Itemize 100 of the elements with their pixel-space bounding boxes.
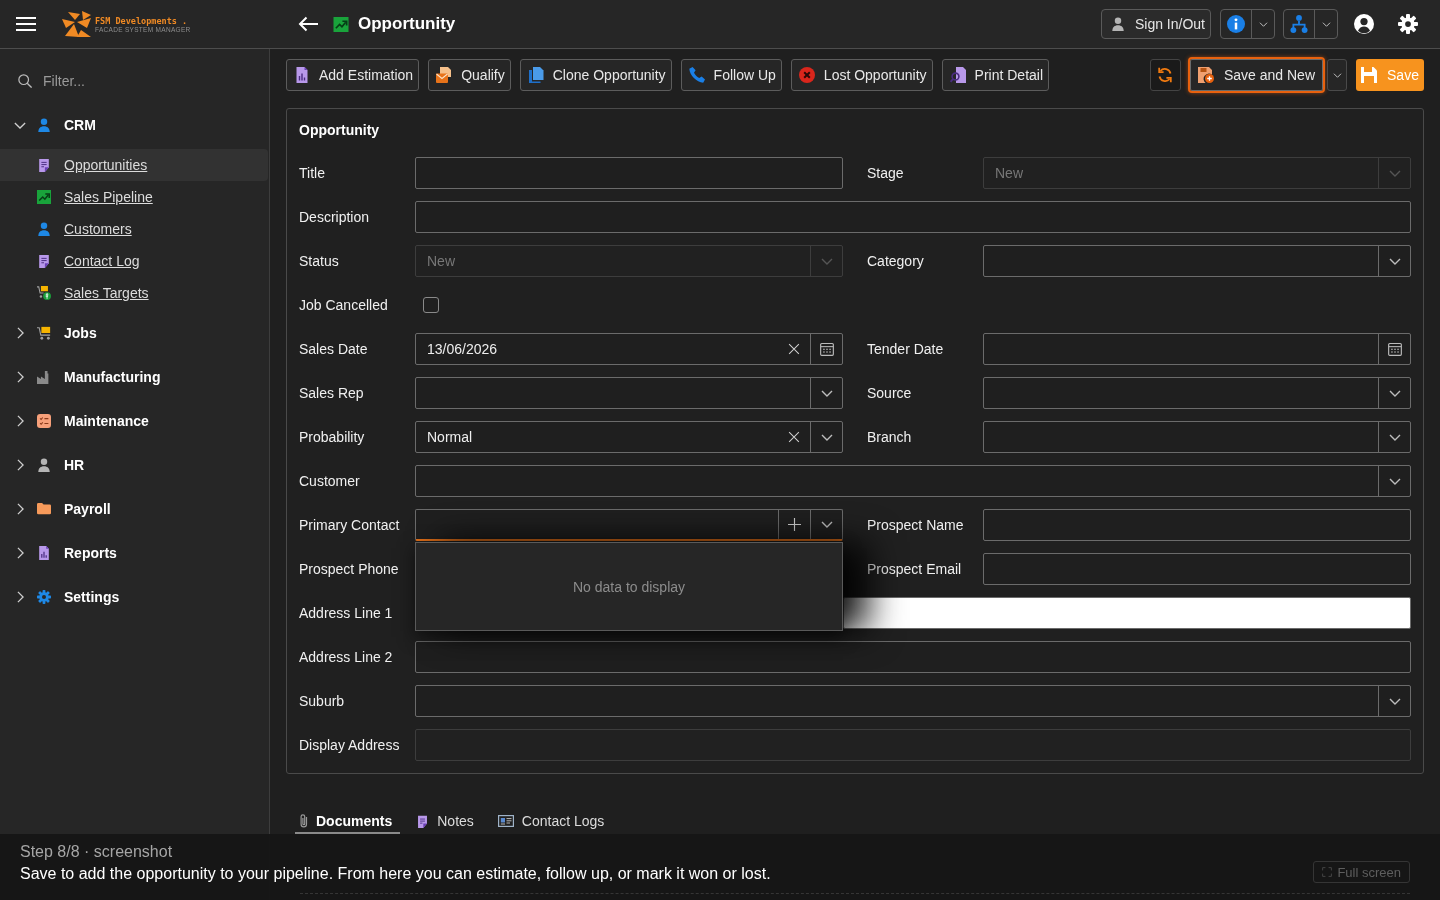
nav-group[interactable]: Settings bbox=[0, 575, 269, 619]
plus-icon[interactable] bbox=[788, 518, 801, 531]
dropdown-field[interactable] bbox=[983, 377, 1411, 409]
step-label: Step 8/8 · screenshot bbox=[20, 842, 173, 862]
toolbar-button[interactable]: Qualify bbox=[428, 59, 511, 91]
field-label: Probability bbox=[299, 429, 365, 445]
caret-icon[interactable] bbox=[820, 521, 833, 528]
chart-icon bbox=[37, 190, 51, 204]
chart-icon bbox=[333, 16, 349, 32]
caret-icon[interactable] bbox=[1388, 389, 1401, 397]
cart-icon bbox=[37, 286, 51, 300]
field-label: Stage bbox=[867, 165, 904, 181]
nav-group[interactable]: Manufacturing bbox=[0, 355, 269, 399]
copy-icon bbox=[527, 67, 544, 83]
nav-group[interactable]: Reports bbox=[0, 531, 269, 575]
id-card-icon bbox=[497, 815, 514, 827]
nav-item[interactable]: Sales Targets bbox=[0, 277, 268, 309]
dropdown-field[interactable] bbox=[983, 421, 1411, 453]
sign-in-button[interactable]: Sign In/Out bbox=[1100, 9, 1211, 39]
checklist-icon bbox=[37, 414, 51, 428]
dropdown-field[interactable]: Normal bbox=[415, 421, 843, 453]
text-field[interactable] bbox=[415, 201, 1411, 233]
text-field[interactable] bbox=[415, 641, 1411, 673]
nav-group[interactable]: Maintenance bbox=[0, 399, 269, 443]
dropdown-field[interactable] bbox=[415, 685, 1411, 717]
field-label: Job Cancelled bbox=[299, 297, 388, 313]
back-icon[interactable] bbox=[298, 16, 318, 32]
toolbar-button[interactable]: Print Detail bbox=[941, 59, 1050, 91]
field-label: Description bbox=[299, 209, 370, 225]
logo-text: FSM Developments . bbox=[95, 15, 189, 26]
field-label: Address Line 1 bbox=[299, 605, 393, 621]
nav-group[interactable]: CRM bbox=[0, 103, 269, 147]
caret-icon[interactable] bbox=[1388, 257, 1401, 265]
page-title: Opportunity bbox=[358, 14, 456, 34]
checkbox[interactable] bbox=[423, 297, 439, 313]
info-icon bbox=[1227, 15, 1245, 33]
note-icon bbox=[37, 158, 51, 172]
tab[interactable]: Contact Logs bbox=[493, 810, 613, 834]
menu-icon[interactable] bbox=[16, 16, 36, 32]
field-label: Prospect Name bbox=[867, 517, 964, 533]
settings-icon[interactable] bbox=[1398, 14, 1418, 34]
person-icon bbox=[37, 222, 51, 236]
split-button[interactable] bbox=[1283, 9, 1338, 39]
nav-item[interactable]: Sales Pipeline bbox=[0, 181, 268, 213]
panel-title: Opportunity bbox=[299, 121, 381, 140]
field-label: Display Address bbox=[299, 737, 400, 753]
toolbar-button[interactable]: Add Estimation bbox=[286, 59, 420, 91]
folder-icon bbox=[37, 502, 51, 516]
calendar-icon[interactable] bbox=[819, 342, 834, 356]
field-label: Sales Rep bbox=[299, 385, 364, 401]
text-field[interactable] bbox=[843, 597, 1411, 629]
combo-field[interactable] bbox=[415, 509, 843, 541]
split-button[interactable] bbox=[1220, 9, 1275, 39]
paperclip-icon bbox=[299, 814, 308, 828]
nav-group[interactable]: Jobs bbox=[0, 311, 269, 355]
toolbar-button[interactable]: Clone Opportunity bbox=[519, 59, 672, 91]
dropdown-field[interactable] bbox=[415, 377, 843, 409]
caption-text: Save to add the opportunity to your pipeline. From here you can estimate, follow up, or mark it won or lost. bbox=[20, 864, 771, 884]
filter-field[interactable]: Filter... bbox=[43, 69, 243, 93]
save-new-button[interactable]: Save and New bbox=[1187, 57, 1325, 93]
caret-icon[interactable] bbox=[820, 433, 833, 441]
date-field[interactable]: 13/06/2026 bbox=[415, 333, 843, 365]
caret-icon[interactable] bbox=[1388, 697, 1401, 705]
caret-icon[interactable] bbox=[1388, 433, 1401, 441]
date-field[interactable] bbox=[983, 333, 1411, 365]
field-label: Tender Date bbox=[867, 341, 944, 357]
field-label: Title bbox=[299, 165, 325, 181]
save-plus-icon bbox=[1197, 67, 1214, 83]
toolbar-button[interactable]: Follow Up bbox=[680, 59, 782, 91]
clear-icon[interactable] bbox=[788, 343, 800, 355]
caret-icon[interactable] bbox=[1388, 477, 1401, 485]
calendar-icon[interactable] bbox=[1387, 342, 1402, 356]
text-field[interactable] bbox=[415, 157, 843, 189]
field-label: Source bbox=[867, 385, 912, 401]
field-label: Category bbox=[867, 253, 924, 269]
nav-item[interactable]: Customers bbox=[0, 213, 268, 245]
refresh-icon bbox=[1157, 67, 1174, 83]
refresh-button[interactable] bbox=[1149, 59, 1181, 91]
dropdown-field[interactable] bbox=[983, 245, 1411, 277]
person-icon bbox=[1110, 17, 1125, 31]
nav-group[interactable]: HR bbox=[0, 443, 269, 487]
field-label: Status bbox=[299, 253, 339, 269]
nav-item[interactable]: Opportunities bbox=[0, 149, 268, 181]
user-icon[interactable] bbox=[1354, 14, 1374, 34]
caret-icon[interactable] bbox=[820, 389, 833, 397]
mail-icon bbox=[436, 67, 453, 83]
dropdown-field[interactable] bbox=[415, 465, 1411, 497]
tab[interactable]: Notes bbox=[412, 810, 482, 834]
toolbar-button[interactable]: Lost Opportunity bbox=[790, 59, 933, 91]
cart-icon bbox=[37, 326, 51, 340]
caret-icon bbox=[1332, 72, 1342, 78]
clear-icon[interactable] bbox=[788, 431, 800, 443]
factory-icon bbox=[37, 370, 51, 384]
text-field[interactable] bbox=[983, 509, 1411, 541]
text-field[interactable] bbox=[983, 553, 1411, 585]
nav-group[interactable]: Payroll bbox=[0, 487, 269, 531]
logo-icon bbox=[62, 11, 92, 37]
caret-icon bbox=[1258, 21, 1268, 27]
nav-item[interactable]: Contact Log bbox=[0, 245, 268, 277]
field-label: Branch bbox=[867, 429, 912, 445]
